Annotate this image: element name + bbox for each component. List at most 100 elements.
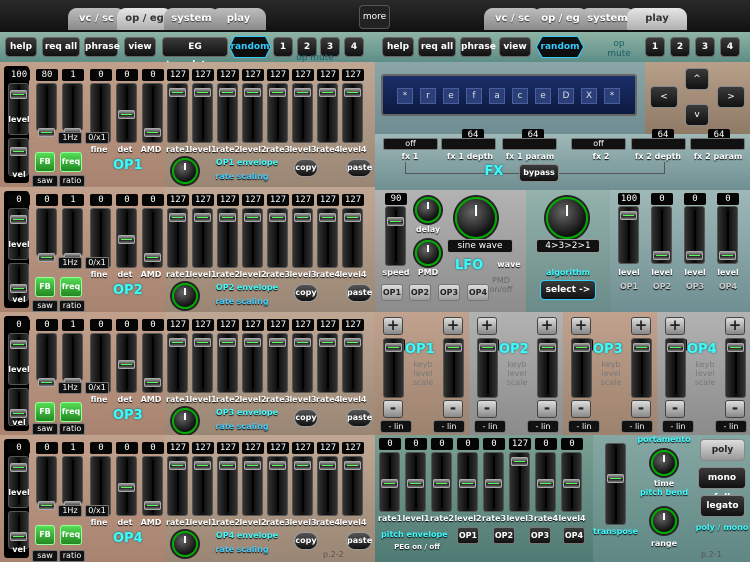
op1-paste-button[interactable]: paste: [346, 159, 372, 177]
nav-down-button[interactable]: v: [685, 104, 709, 126]
req-all-button-right[interactable]: req all: [418, 37, 456, 57]
keyb-op2-minus-right[interactable]: -: [537, 400, 557, 418]
keyb-op3-plus-left[interactable]: +: [571, 317, 591, 335]
voice-name-char-2[interactable]: r: [420, 88, 436, 104]
op4-env-rate1-slider[interactable]: [167, 456, 188, 516]
op2-freq-button[interactable]: freq: [60, 277, 82, 297]
poly-button[interactable]: poly: [700, 439, 745, 461]
peg-op1-button[interactable]: OP1: [457, 527, 479, 544]
out-level-op1-slider[interactable]: [618, 206, 639, 264]
keyb-op2-plus-left[interactable]: +: [477, 317, 497, 335]
op4-saw-button[interactable]: saw: [32, 550, 58, 562]
op3-copy-button[interactable]: copy: [294, 409, 318, 427]
op3-level-slider[interactable]: [8, 333, 29, 385]
keyb-op4-minus-right[interactable]: -: [725, 400, 745, 418]
op3-freq-button[interactable]: freq: [60, 402, 82, 422]
op4-env-level2-slider[interactable]: [242, 456, 263, 516]
keyb-op3-minus-right[interactable]: -: [631, 400, 651, 418]
op4-amd-slider[interactable]: [142, 456, 163, 516]
keyb-op4-lin-left[interactable]: - lin: [662, 420, 694, 433]
op1-ratio-fine-slider[interactable]: [62, 83, 83, 137]
more-button[interactable]: more: [359, 5, 390, 29]
tab-play-left[interactable]: play: [211, 8, 266, 30]
voice-name-char-7[interactable]: e: [535, 88, 551, 104]
keyb-op2-minus-left[interactable]: -: [477, 400, 497, 418]
keyb-op4-left-slider[interactable]: [665, 338, 686, 398]
out-level-op2-slider[interactable]: [651, 206, 672, 264]
op-mute-4-left[interactable]: 4: [344, 37, 364, 57]
out-level-op4-slider[interactable]: [717, 206, 738, 264]
op3-env-rate4-slider[interactable]: [317, 333, 338, 393]
lfo-delay-knob[interactable]: [415, 197, 441, 223]
keyb-op4-plus-right[interactable]: +: [725, 317, 745, 335]
op2-env-rate1-slider[interactable]: [167, 208, 188, 268]
op4-freq-button[interactable]: freq: [60, 525, 82, 545]
voice-name-char-6[interactable]: c: [512, 88, 528, 104]
op4-env-rate3-slider[interactable]: [267, 456, 288, 516]
op1-level-slider[interactable]: [8, 83, 29, 135]
op3-ratio-button[interactable]: ratio: [59, 423, 85, 435]
op3-ratio-coarse-slider[interactable]: [36, 333, 57, 387]
op-mute-4-right[interactable]: 4: [720, 37, 740, 57]
op1-ratio-button[interactable]: ratio: [59, 175, 85, 187]
op2-ratio-coarse-slider[interactable]: [36, 208, 57, 262]
op3-env-level4-slider[interactable]: [342, 333, 363, 393]
op1-ratio-coarse-slider[interactable]: [36, 83, 57, 137]
peg-level2-slider[interactable]: [457, 452, 478, 512]
fx2-depth-slider[interactable]: [631, 138, 686, 150]
peg-op3-button[interactable]: OP3: [529, 527, 551, 544]
keyb-op3-plus-right[interactable]: +: [631, 317, 651, 335]
keyb-op3-lin-left[interactable]: - lin: [568, 420, 600, 433]
peg-rate2-slider[interactable]: [431, 452, 452, 512]
op3-saw-button[interactable]: saw: [32, 423, 58, 435]
op-mute-2-right[interactable]: 2: [670, 37, 690, 57]
op3-env-rate1-slider[interactable]: [167, 333, 188, 393]
op1-amd-slider[interactable]: [142, 83, 163, 143]
op2-paste-button[interactable]: paste: [346, 284, 372, 302]
op4-env-level4-slider[interactable]: [342, 456, 363, 516]
op3-amd-slider[interactable]: [142, 333, 163, 393]
voice-name-char-8[interactable]: D: [558, 88, 574, 104]
help-button-left[interactable]: help: [5, 37, 37, 57]
keyb-op1-plus-left[interactable]: +: [383, 317, 403, 335]
voice-name-char-9[interactable]: X: [581, 88, 597, 104]
out-level-op3-slider[interactable]: [684, 206, 705, 264]
op2-level-slider[interactable]: [8, 208, 29, 260]
op1-env-rate2-slider[interactable]: [217, 83, 238, 143]
lfo-pmd-op3-button[interactable]: OP3: [438, 284, 460, 301]
op4-env-level3-slider[interactable]: [292, 456, 313, 516]
keyb-op3-right-slider[interactable]: [631, 338, 652, 398]
keyb-op2-plus-right[interactable]: +: [537, 317, 557, 335]
random-button-right[interactable]: random: [537, 37, 583, 57]
peg-rate1-slider[interactable]: [379, 452, 400, 512]
peg-op2-button[interactable]: OP2: [493, 527, 515, 544]
op4-copy-button[interactable]: copy: [294, 532, 318, 550]
nav-up-button[interactable]: ^: [685, 68, 709, 90]
lfo-wave-knob[interactable]: [455, 197, 497, 239]
legato-button[interactable]: legato: [700, 495, 745, 517]
op4-env-rate2-slider[interactable]: [217, 456, 238, 516]
op3-det-slider[interactable]: [116, 333, 137, 393]
op2-env-rate4-slider[interactable]: [317, 208, 338, 268]
view-button-left[interactable]: view: [124, 37, 156, 57]
op4-fb-button[interactable]: FB: [35, 525, 55, 545]
peg-level3-slider[interactable]: [509, 452, 530, 512]
voice-name-char-5[interactable]: a: [489, 88, 505, 104]
op2-amd-slider[interactable]: [142, 208, 163, 268]
fx1-param-slider[interactable]: [502, 138, 557, 150]
op4-ratio-coarse-slider[interactable]: [36, 456, 57, 510]
op-mute-1-right[interactable]: 1: [645, 37, 665, 57]
op1-env-level2-slider[interactable]: [242, 83, 263, 143]
peg-rate3-slider[interactable]: [483, 452, 504, 512]
help-button-right[interactable]: help: [382, 37, 414, 57]
op2-ratio-button[interactable]: ratio: [59, 300, 85, 312]
peg-rate4-slider[interactable]: [535, 452, 556, 512]
op1-env-level1-slider[interactable]: [192, 83, 213, 143]
op1-env-rate1-slider[interactable]: [167, 83, 188, 143]
op4-env-level1-slider[interactable]: [192, 456, 213, 516]
lfo-pmd-op2-button[interactable]: OP2: [409, 284, 431, 301]
portamento-time-knob[interactable]: [651, 450, 677, 476]
req-all-button-left[interactable]: req all: [42, 37, 80, 57]
phrase-button-right[interactable]: phrase: [460, 37, 496, 57]
op2-env-level3-slider[interactable]: [292, 208, 313, 268]
